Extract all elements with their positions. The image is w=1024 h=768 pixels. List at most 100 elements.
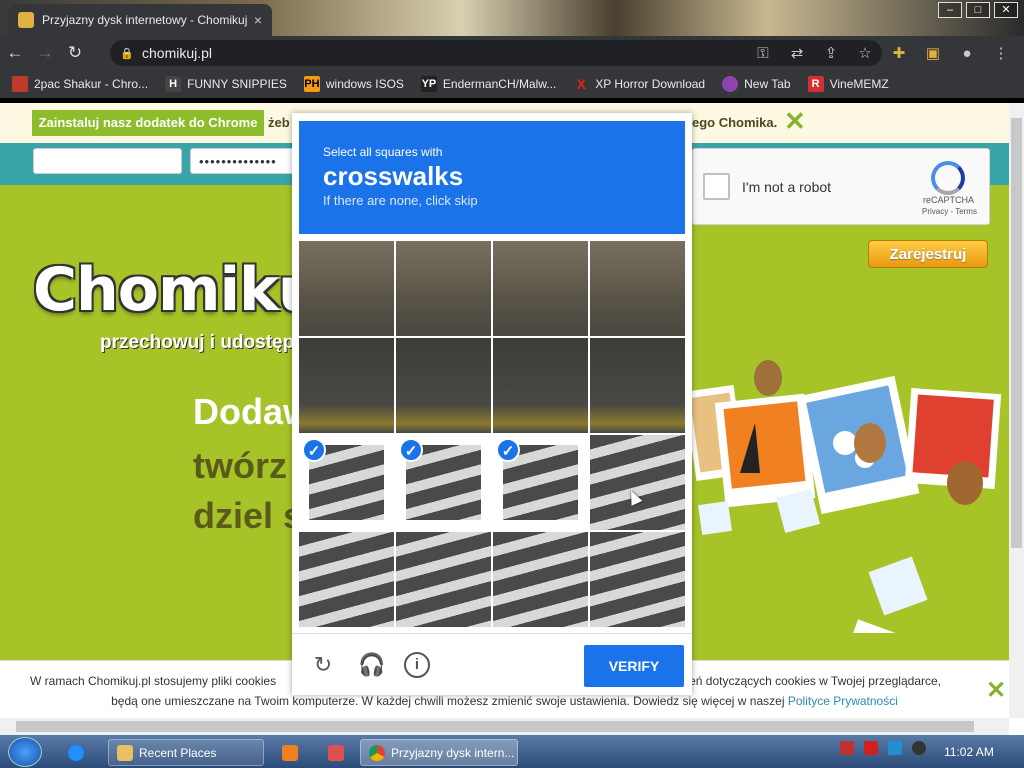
network-icon[interactable] [888,741,902,755]
recaptcha-challenge: Select all squares with crosswalks If th… [292,113,692,695]
challenge-tile[interactable] [493,338,588,433]
tab-title: Przyjazny dysk internetowy - Chomikuj.pl [42,13,248,27]
challenge-header: Select all squares with crosswalks If th… [299,121,685,234]
challenge-tile[interactable] [493,241,588,336]
h-icon: H [165,76,182,92]
challenge-tile[interactable] [299,241,394,336]
install-addon-button[interactable]: Zainstaluj nasz dodatek do Chrome [32,110,264,136]
star-icon[interactable]: ☆ [850,44,880,62]
browser-tab[interactable]: Przyjazny dysk internetowy - Chomikuj.pl… [8,4,272,36]
site-tagline: przechowuj i udostępni [100,332,312,353]
vertical-scroll-thumb[interactable] [1011,118,1022,548]
flag-icon[interactable] [864,741,878,755]
challenge-tile[interactable]: ✓ [493,435,588,530]
tile-image [299,532,394,627]
challenge-tile[interactable] [590,338,685,433]
close-banner-icon[interactable]: ✕ [784,106,806,137]
tile-image [493,532,588,627]
r-icon: R [807,76,824,92]
bookmark-item[interactable]: H FUNNY SNIPPIES [165,76,287,92]
lock-icon: 🔒 [120,48,134,60]
audio-icon[interactable]: 🎧 [358,652,385,678]
bookmark-item[interactable]: New Tab [722,76,791,92]
recaptcha-widget: I'm not a robot reCAPTCHA Privacy - Term… [692,148,990,225]
tile-image [396,241,491,336]
forward-button[interactable]: → [30,38,60,68]
extensions-icon[interactable]: ✚ [884,44,914,62]
tile-image [299,241,394,336]
recaptcha-logo-icon [931,161,965,195]
ie-icon[interactable] [60,739,94,766]
info-icon[interactable]: i [404,652,430,678]
taskbar-clock[interactable]: 11:02 AM [944,745,994,759]
recaptcha-checkbox[interactable] [703,173,730,200]
tab-close-icon[interactable]: × [254,12,262,28]
tile-selected-check-icon: ✓ [399,438,423,462]
taskbar-item-recent-places[interactable]: Recent Places [108,739,264,766]
tile-image [590,338,685,433]
yp-icon: YP [420,76,437,92]
start-button[interactable] [8,737,42,767]
translate-icon[interactable]: ⇄ [782,44,812,62]
bookmark-item[interactable]: X XP Horror Download [573,76,706,92]
challenge-tile[interactable]: ✓ [299,435,394,530]
recaptcha-label: I'm not a robot [742,179,832,195]
cookie-close-icon[interactable]: ✕ [986,676,1006,705]
verify-button[interactable]: VERIFY [584,645,684,687]
challenge-tile[interactable] [493,532,588,627]
challenge-instruction: Select all squares with [323,145,443,159]
recaptcha-privacy-terms[interactable]: Privacy - Terms [922,207,977,216]
challenge-tile[interactable]: ✓ [396,435,491,530]
challenge-tile[interactable] [396,532,491,627]
maximize-button[interactable]: □ [966,2,990,18]
challenge-tile[interactable] [299,532,394,627]
close-button[interactable]: ✕ [994,2,1018,18]
window-controls: – □ ✕ [938,2,1018,18]
tupac-icon [12,76,28,92]
bookmark-item[interactable]: YP EndermanCH/Malw... [420,76,556,92]
sidebar-icon[interactable]: ▣ [918,44,948,62]
volume-icon[interactable] [912,741,926,755]
username-field[interactable] [33,148,182,174]
reload-icon[interactable]: ↻ [310,652,336,678]
promo-line-2: twórz [193,445,287,486]
taskbar-item-browser[interactable]: Przyjazny dysk intern... [360,739,518,766]
password-field[interactable]: •••••••••••••• [190,148,300,174]
bookmark-item[interactable]: PH windows ISOS [303,76,404,92]
tile-image [590,435,685,530]
addon-banner-text: żeb [268,115,290,130]
challenge-tile[interactable] [396,338,491,433]
challenge-tile[interactable] [590,241,685,336]
ph-icon: PH [303,76,320,92]
url-text: chomikuj.pl [142,45,213,61]
back-button[interactable]: ← [0,38,30,68]
cookie-text-line-2: będą one umieszczane na Twoim komputerze… [111,694,898,708]
tile-image [493,241,588,336]
tile-image [590,532,685,627]
share-icon[interactable]: ⇪ [816,44,846,62]
privacy-policy-link[interactable]: Polityce Prywatności [788,694,898,708]
hamster-photos-illustration [683,360,1002,633]
bookmark-item[interactable]: 2pac Shakur - Chro... [12,76,148,92]
minimize-button[interactable]: – [938,2,962,18]
challenge-tile[interactable] [299,338,394,433]
reload-button[interactable]: ↻ [60,38,90,68]
tray-app-icon[interactable] [840,741,854,755]
paint-icon[interactable] [320,739,350,766]
media-player-icon[interactable] [274,739,304,766]
register-button[interactable]: Zarejestruj [868,240,988,268]
challenge-tile[interactable] [590,532,685,627]
challenge-tile[interactable] [396,241,491,336]
profile-icon[interactable]: ● [952,45,982,62]
system-tray [840,741,926,755]
folder-icon [117,744,133,761]
key-icon[interactable]: ⚿ [748,45,778,62]
horizontal-scroll-thumb[interactable] [16,721,974,732]
challenge-tile[interactable] [590,435,685,530]
tile-selected-check-icon: ✓ [302,438,326,462]
bookmarks-bar: 2pac Shakur - Chro... H FUNNY SNIPPIES PH… [0,70,1024,98]
menu-icon[interactable]: ⋮ [986,44,1016,62]
bookmark-item[interactable]: R VineMEMZ [807,76,889,92]
recaptcha-brand: reCAPTCHA [923,195,975,205]
addon-banner-text-end: ego Chomika. [692,115,778,130]
